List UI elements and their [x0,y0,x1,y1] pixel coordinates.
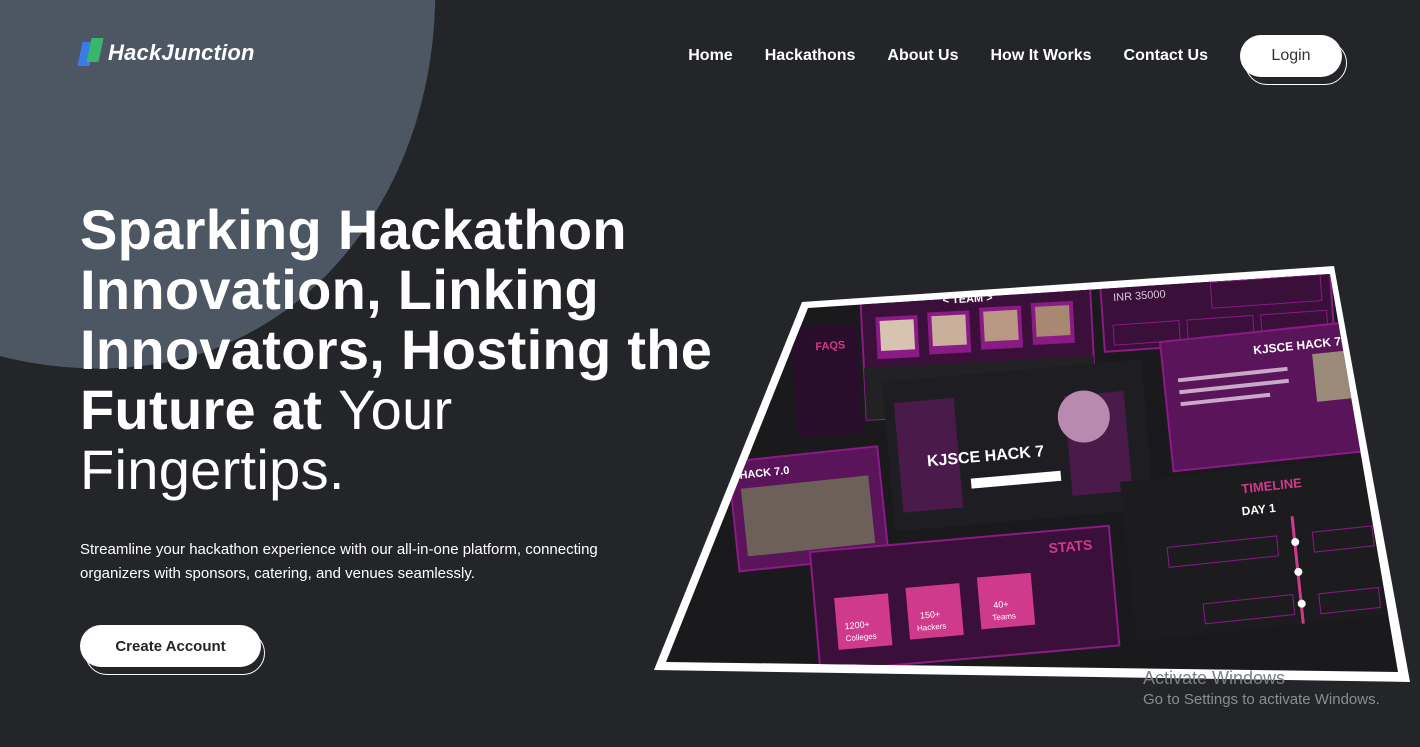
svg-text:FAQS: FAQS [815,339,846,353]
nav-item-hackathons[interactable]: Hackathons [765,46,856,66]
watermark-title: Activate Windows [1143,668,1286,688]
login-button-wrapper: Login [1240,35,1347,85]
hero-title: Sparking Hackathon Innovation, Linking I… [80,200,720,500]
brand-logo[interactable]: HackJunction [77,38,255,68]
windows-activation-watermark: Activate Windows Go to Settings to activ… [1143,667,1380,711]
watermark-subtitle: Go to Settings to activate Windows. [1143,691,1380,708]
nav-item-about-us[interactable]: About Us [887,46,958,66]
website-preview-mockup: < TEAM > INR 35000 FAQS KJSCE HACK 7 KJS… [654,266,1410,682]
nav-item-home[interactable]: Home [688,46,732,66]
nav-item-how-it-works[interactable]: How It Works [991,46,1092,66]
svg-text:150+: 150+ [920,609,941,621]
brand-name: HackJunction [108,40,255,65]
logo-icon [77,38,104,68]
stat-card-hackers: 150+ Hackers [905,583,964,640]
preview-stats-panel: STATS 1200+ Colleges 150+ Hackers 40+ Te… [808,524,1121,672]
hero-subtitle: Streamline your hackathon experience wit… [80,541,598,582]
nav-item-contact-us[interactable]: Contact Us [1124,46,1208,66]
main-nav: Home Hackathons About Us How It Works Co… [688,46,1208,66]
preview-faqs-panel: FAQS [790,323,864,438]
stat-card-colleges: 1200+ Colleges [834,593,893,650]
stat-card-teams: 40+ Teams [976,572,1036,630]
create-account-wrapper: Create Account [80,625,265,675]
login-button[interactable]: Login [1240,35,1342,77]
svg-text:40+: 40+ [993,599,1009,610]
create-account-button[interactable]: Create Account [80,625,261,667]
preview-timeline-panel: TIMELINE DAY 1 [1120,454,1396,642]
preview-hero-poster: KJSCE HACK 7 [882,359,1155,532]
